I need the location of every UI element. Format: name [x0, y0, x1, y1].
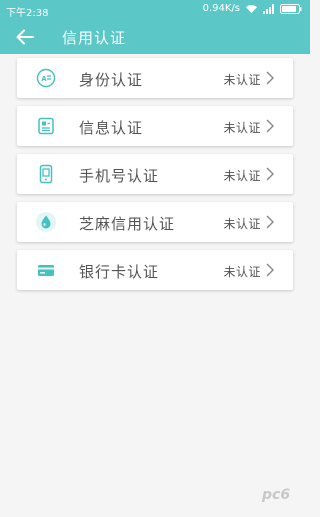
app-bar: 信用认证 — [0, 20, 310, 54]
signal-icon — [263, 3, 274, 14]
chevron-right-icon — [266, 215, 274, 229]
item-status: 未认证 — [223, 169, 261, 183]
page-title: 信用认证 — [62, 29, 127, 47]
chevron-right-icon — [266, 119, 274, 133]
item-label: 芝麻信用认证 — [79, 215, 176, 233]
bank-card-icon — [35, 259, 57, 281]
item-label: 信息认证 — [79, 119, 144, 137]
status-time: 下午2:38 — [6, 8, 49, 19]
item-label: 手机号认证 — [79, 167, 160, 185]
item-status: 未认证 — [223, 217, 261, 231]
verify-item-sesame-credit[interactable]: 芝麻信用认证 未认证 — [17, 202, 293, 242]
chevron-right-icon — [266, 263, 274, 277]
item-label: 银行卡认证 — [79, 263, 160, 281]
verify-item-phone[interactable]: 手机号认证 未认证 — [17, 154, 293, 194]
item-status: 未认证 — [223, 121, 261, 135]
status-bar: 下午2:38 0.94K/s — [0, 0, 310, 20]
verify-item-identity[interactable]: A 身份认证 未认证 — [17, 58, 293, 98]
status-right: 0.94K/s — [203, 3, 302, 14]
wifi-icon — [246, 4, 257, 13]
verify-item-bank-card[interactable]: 银行卡认证 未认证 — [17, 250, 293, 290]
item-status: 未认证 — [223, 73, 261, 87]
sesame-credit-icon — [35, 211, 57, 233]
chevron-right-icon — [266, 167, 274, 181]
verify-item-info[interactable]: 信息认证 未认证 — [17, 106, 293, 146]
battery-icon — [280, 3, 302, 14]
svg-text:pc6: pc6 — [262, 487, 290, 503]
network-speed: 0.94K/s — [202, 3, 240, 14]
chevron-right-icon — [266, 71, 274, 85]
info-doc-icon — [35, 115, 57, 137]
svg-text:A: A — [41, 75, 47, 83]
pc6-watermark-logo: pc6 — [262, 487, 290, 503]
back-arrow-icon[interactable] — [14, 26, 36, 48]
phone-icon — [35, 163, 57, 185]
item-status: 未认证 — [223, 265, 261, 279]
id-card-icon: A — [35, 67, 57, 89]
item-label: 身份认证 — [79, 71, 144, 89]
